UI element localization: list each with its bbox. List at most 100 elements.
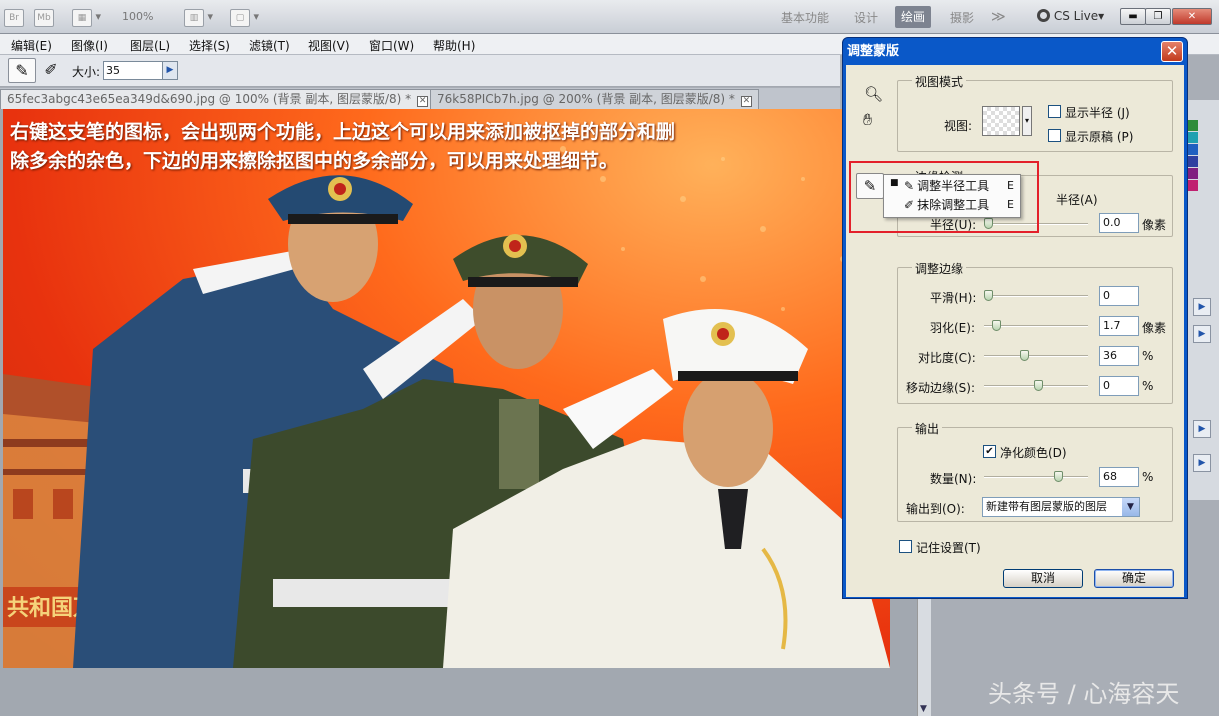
workspace-photography[interactable]: 摄影 [950, 9, 974, 26]
tab-document-2-label: 76k58PICb7h.jpg @ 200% (背景 副本, 图层蒙版/8) * [437, 92, 735, 106]
menu-view[interactable]: 视图(V) [308, 37, 350, 54]
output-to-value: 新建带有图层蒙版的图层 [986, 500, 1107, 513]
menu-image[interactable]: 图像(I) [71, 37, 108, 54]
adjust-edge-group: 调整边缘 平滑(H): 0 羽化(E): 1.7 像素 对比度(C): 36 %… [897, 260, 1173, 404]
shift-edge-slider[interactable] [984, 380, 1088, 391]
chevron-down-icon[interactable]: ▼ [1122, 498, 1139, 516]
workspace-painting[interactable]: 绘画 [895, 6, 932, 28]
refine-radius-brush-icon[interactable]: ✎ [8, 58, 36, 83]
shift-edge-unit: % [1142, 379, 1154, 393]
erase-refinements-brush-icon[interactable]: ✐ [37, 58, 65, 83]
workspace-design[interactable]: 设计 [854, 9, 878, 26]
amount-slider[interactable] [984, 471, 1088, 482]
swatch[interactable] [1188, 144, 1198, 155]
arrange-documents-icon[interactable]: ▥ ▾ [184, 7, 213, 27]
ok-button[interactable]: 确定 [1094, 569, 1174, 588]
application-bar: Br Mb ▦ ▾ 100% ▥ ▾ ▢ ▾ 基本功能 设计 绘画 摄影 ≫ C… [0, 0, 1219, 34]
shift-edge-input[interactable]: 0 [1099, 376, 1139, 396]
menu-layer[interactable]: 图层(L) [130, 37, 170, 54]
smooth-label: 平滑(H): [930, 291, 977, 305]
feather-slider[interactable] [984, 320, 1088, 331]
decontaminate-checkbox[interactable]: ✔ [983, 445, 996, 458]
close-app-button[interactable]: ✕ [1172, 8, 1212, 25]
smooth-slider[interactable] [984, 290, 1088, 301]
output-to-select[interactable]: 新建带有图层蒙版的图层 ▼ [982, 497, 1140, 517]
adjust-edge-group-label: 调整边缘 [912, 260, 967, 277]
smart-radius-label: 半径(A) [1056, 193, 1098, 207]
swatch[interactable] [1188, 156, 1198, 167]
amount-slider-thumb[interactable] [1054, 471, 1063, 482]
swatch[interactable] [1188, 120, 1198, 131]
show-radius-checkbox[interactable] [1048, 105, 1061, 118]
panel-expand-icon[interactable]: ▶ [1193, 298, 1211, 316]
annotation-highlight-box [849, 161, 1039, 233]
view-dropdown-arrow-icon[interactable]: ▾ [1022, 106, 1032, 136]
cancel-button[interactable]: 取消 [1003, 569, 1083, 588]
panel-expand-icon[interactable]: ▶ [1193, 325, 1211, 343]
more-workspaces-icon[interactable]: ≫ [991, 9, 1006, 25]
soldiers-photo: 共和国万岁 [3, 137, 890, 668]
zoom-level[interactable]: 100% [122, 7, 153, 27]
contrast-slider[interactable] [984, 350, 1088, 361]
watermark: 头条号 / 心海容天 [988, 680, 1180, 708]
radius-input[interactable]: 0.0 [1099, 213, 1139, 233]
contrast-slider-thumb[interactable] [1020, 350, 1029, 361]
hand-tool-icon[interactable]: ✋︎ [863, 110, 872, 130]
contrast-label: 对比度(C): [918, 351, 976, 365]
zoom-tool-icon[interactable]: 🔍︎ [864, 85, 883, 103]
tab-document-2[interactable]: 76k58PICb7h.jpg @ 200% (背景 副本, 图层蒙版/8) *… [430, 89, 759, 109]
mini-bridge-icon[interactable]: Mb [34, 7, 54, 27]
output-to-label: 输出到(O): [906, 502, 965, 516]
dialog-close-button[interactable]: ✕ [1161, 41, 1183, 62]
radius-unit: 像素 [1142, 218, 1167, 232]
shift-edge-label: 移动边缘(S): [906, 381, 976, 395]
menu-filter[interactable]: 滤镜(T) [249, 37, 290, 54]
scroll-down-icon[interactable]: ▼ [920, 704, 927, 714]
view-preview-thumbnail[interactable] [982, 106, 1020, 136]
panel-expand-icon[interactable]: ▶ [1193, 454, 1211, 472]
cs-live-button[interactable]: CS Live▾ [1037, 9, 1104, 23]
amount-unit: % [1142, 470, 1154, 484]
view-extras-icon[interactable]: ▦ ▾ [72, 7, 101, 27]
menu-window[interactable]: 窗口(W) [369, 37, 414, 54]
bridge-icon[interactable]: Br [4, 7, 24, 27]
restore-button[interactable]: ❐ [1145, 8, 1171, 25]
size-label: 大小: [72, 65, 101, 79]
contrast-input[interactable]: 36 [1099, 346, 1139, 366]
close-tab-icon[interactable]: ✕ [417, 96, 429, 107]
dialog-title: 调整蒙版 [847, 44, 900, 59]
swatch[interactable] [1188, 132, 1198, 143]
cs-live-label: CS Live▾ [1053, 9, 1105, 23]
tab-document-1[interactable]: 65fec3abgc43e65ea349d&690.jpg @ 100% (背景… [0, 89, 436, 109]
decontaminate-label: 净化颜色(D) [1000, 446, 1067, 460]
screen-mode-icon[interactable]: ▢ ▾ [230, 7, 259, 27]
workspace-essentials[interactable]: 基本功能 [781, 9, 829, 26]
menu-select[interactable]: 选择(S) [189, 37, 230, 54]
remember-settings-label: 记住设置(T) [916, 541, 981, 555]
smooth-input[interactable]: 0 [1099, 286, 1139, 306]
amount-input[interactable]: 68 [1099, 467, 1139, 487]
minimize-button[interactable]: ▬ [1120, 8, 1146, 25]
document-image[interactable]: 共和国万岁 [3, 109, 890, 668]
document-tabs: 65fec3abgc43e65ea349d&690.jpg @ 100% (背景… [0, 88, 840, 109]
feather-unit: 像素 [1142, 321, 1167, 335]
contrast-unit: % [1142, 349, 1154, 363]
view-mode-group: 视图模式 视图: ▾ 显示半径 (J) 显示原稿 (P) [897, 73, 1173, 152]
view-mode-group-label: 视图模式 [912, 73, 967, 90]
menu-help[interactable]: 帮助(H) [433, 37, 475, 54]
shift-edge-slider-thumb[interactable] [1034, 380, 1043, 391]
smooth-slider-thumb[interactable] [984, 290, 993, 301]
size-input[interactable]: 35 [103, 61, 163, 80]
close-tab-icon[interactable]: ✕ [740, 96, 752, 107]
size-popup-arrow-icon[interactable]: ▶ [162, 61, 178, 80]
remember-settings-checkbox[interactable] [899, 540, 912, 553]
show-original-checkbox[interactable] [1048, 129, 1061, 142]
swatch[interactable] [1188, 168, 1198, 179]
menu-edit[interactable]: 编辑(E) [11, 37, 52, 54]
feather-slider-thumb[interactable] [992, 320, 1001, 331]
panel-expand-icon[interactable]: ▶ [1193, 420, 1211, 438]
show-original-label: 显示原稿 (P) [1065, 130, 1134, 144]
output-group-label: 输出 [912, 420, 943, 437]
feather-input[interactable]: 1.7 [1099, 316, 1139, 336]
swatch[interactable] [1188, 180, 1198, 191]
